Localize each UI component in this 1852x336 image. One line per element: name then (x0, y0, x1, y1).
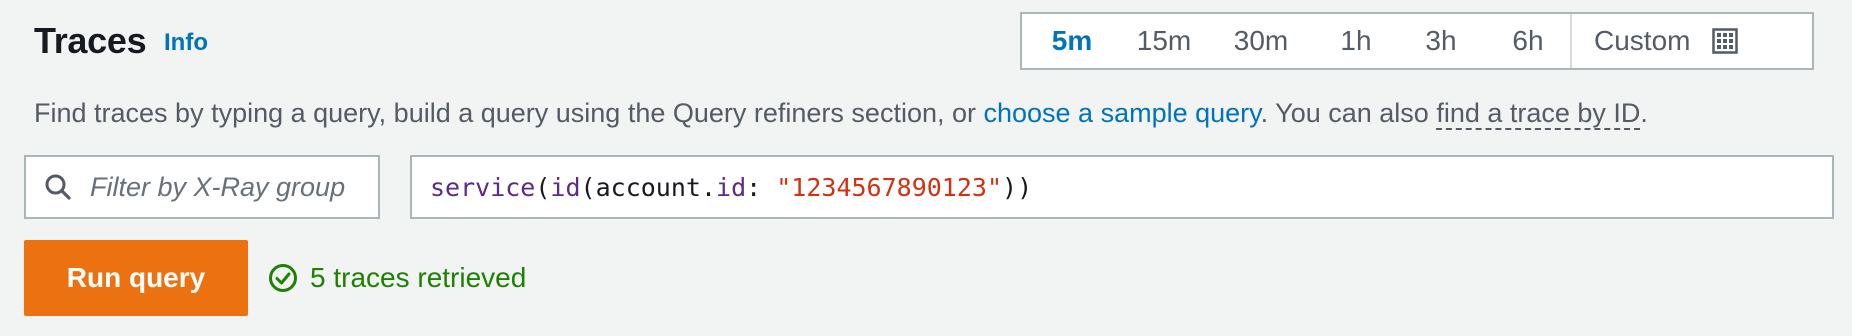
time-option-30m[interactable]: 30m (1206, 14, 1316, 68)
calendar-icon (1712, 28, 1739, 54)
time-range-selector: 5m 15m 30m 1h 3h 6h Custom (1020, 12, 1814, 70)
time-option-label: 1h (1340, 25, 1372, 56)
time-option-label: 5m (1051, 25, 1093, 56)
description-text: Find traces by typing a query, build a q… (34, 98, 1648, 130)
page-title: Traces (34, 20, 147, 61)
query-token-object: account. (595, 172, 717, 202)
description-suffix: . (1640, 98, 1648, 128)
time-option-15m[interactable]: 15m (1122, 14, 1206, 68)
query-status: 5 traces retrieved (268, 262, 526, 294)
query-token-string: "1234567890123" (776, 172, 1003, 202)
time-option-1h[interactable]: 1h (1316, 14, 1396, 68)
query-token-paren: ( (535, 172, 551, 202)
check-circle-icon (268, 263, 298, 293)
search-icon (44, 173, 72, 201)
query-token-paren: ( (580, 172, 596, 202)
info-link[interactable]: Info (164, 29, 208, 57)
query-token-key: id (716, 172, 747, 202)
query-token-colon: : (746, 172, 777, 202)
time-option-custom[interactable]: Custom (1570, 14, 1812, 68)
run-query-button[interactable]: Run query (24, 240, 248, 316)
query-token-function: service (430, 172, 536, 202)
time-option-label: 30m (1233, 25, 1289, 56)
time-option-label: 15m (1136, 25, 1192, 56)
time-option-label: 3h (1425, 25, 1457, 56)
time-option-6h[interactable]: 6h (1486, 14, 1570, 68)
group-filter[interactable] (24, 155, 380, 219)
description-middle: . You can also (1260, 98, 1437, 128)
query-token-close: )) (1002, 172, 1033, 202)
time-option-5m[interactable]: 5m (1022, 14, 1122, 68)
sample-query-link[interactable]: choose a sample query (983, 98, 1260, 128)
description-prefix: Find traces by typing a query, build a q… (34, 98, 984, 128)
find-trace-link[interactable]: find a trace by ID (1436, 98, 1641, 130)
time-option-label: 6h (1512, 25, 1544, 56)
status-text: 5 traces retrieved (310, 262, 527, 293)
query-editor[interactable]: service(id(account. id: "1234567890123")) (410, 155, 1834, 219)
group-filter-input[interactable] (88, 170, 362, 204)
time-option-3h[interactable]: 3h (1396, 14, 1486, 68)
query-token-function: id (550, 172, 581, 202)
custom-label: Custom (1594, 25, 1691, 56)
